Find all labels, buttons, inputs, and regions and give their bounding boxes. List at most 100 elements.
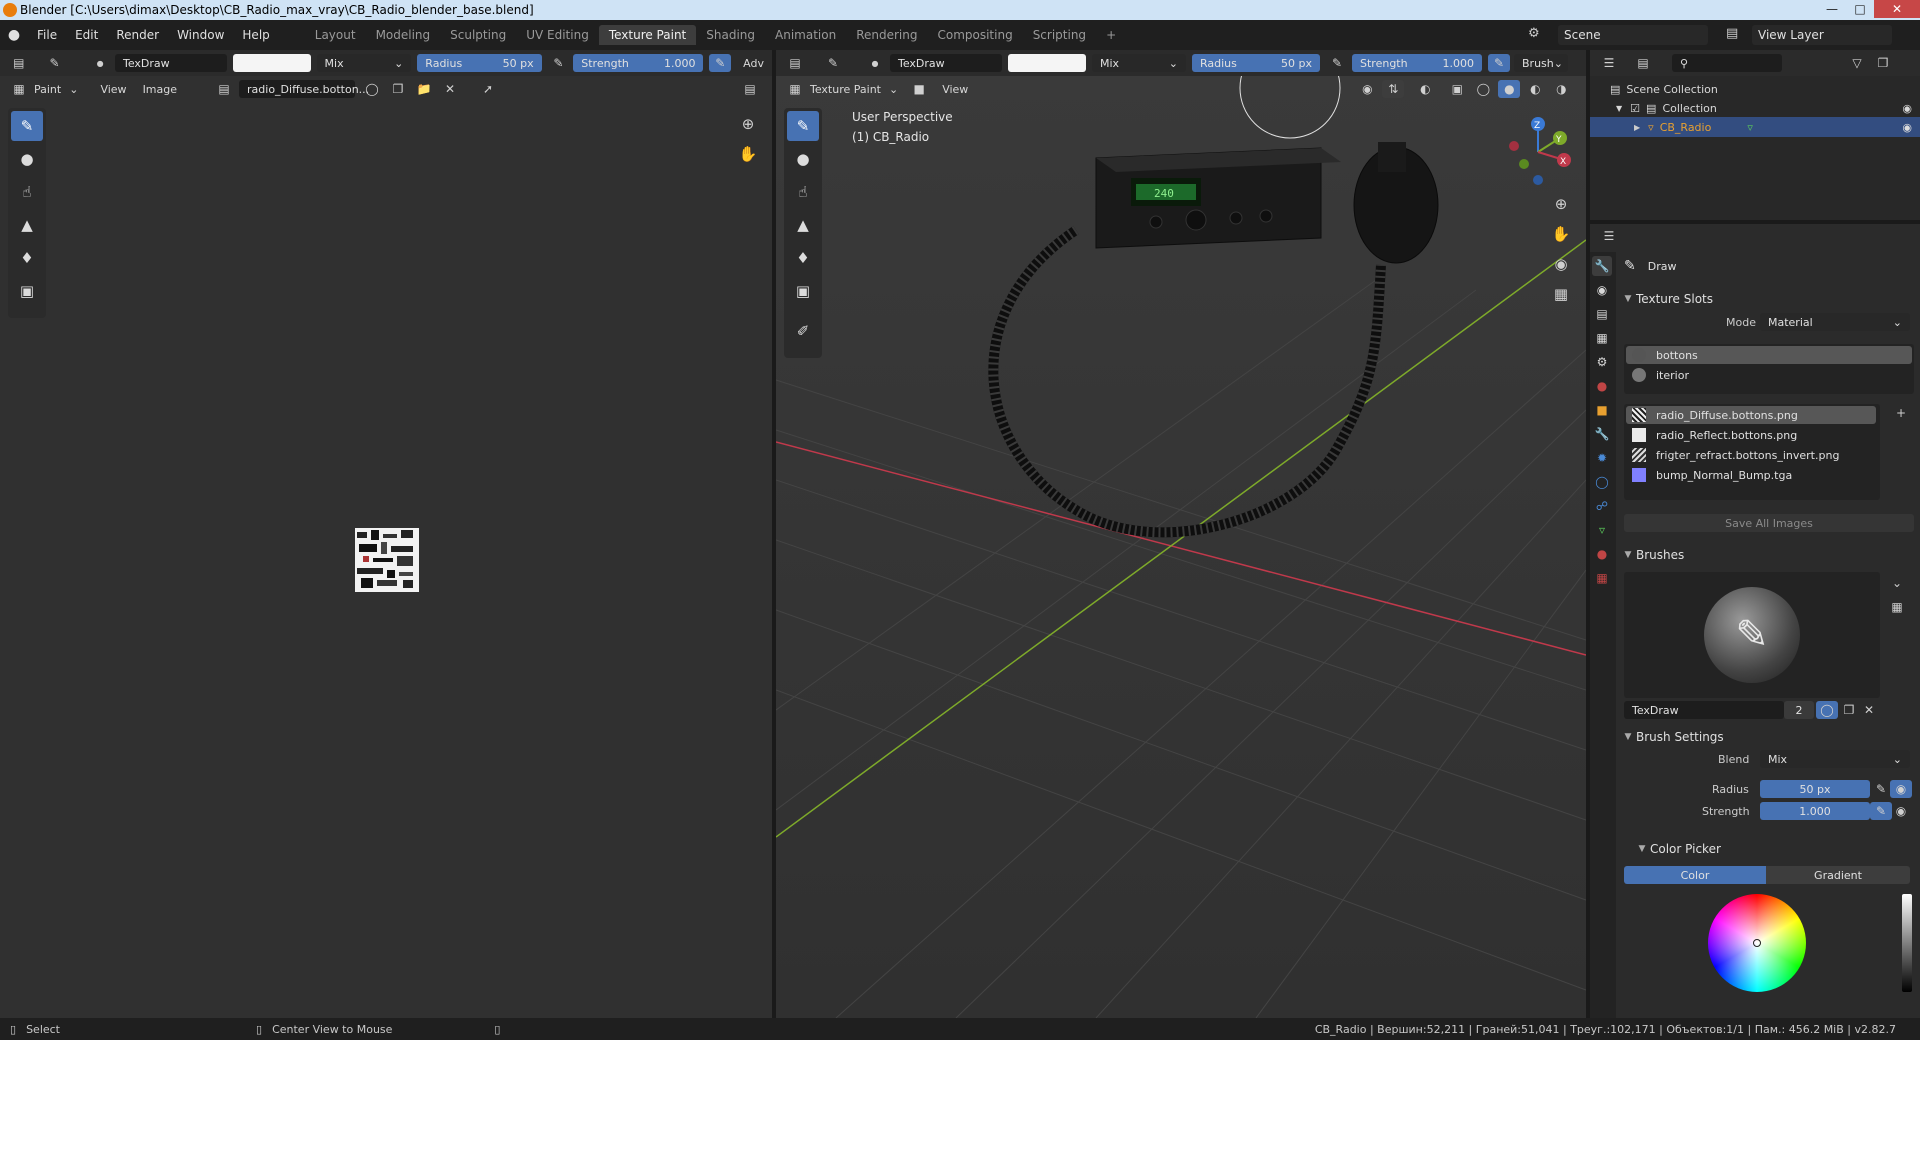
strength-slider[interactable]: Strength 1.000 xyxy=(573,54,704,72)
image-editor[interactable]: ▤ ✎ ● TexDraw Mix ⌄ Radius 50 px ✎ Strengt… xyxy=(0,50,772,1018)
brush-name-field[interactable]: TexDraw xyxy=(114,54,228,72)
navigation-gizmo[interactable]: Z Y X xyxy=(1498,112,1578,192)
outliner-row-collection[interactable]: ▼ ☑ ▤ Collection ◉ xyxy=(1616,99,1916,117)
output-tab-icon[interactable]: ▤ xyxy=(1592,304,1612,324)
color-picker-panel-header[interactable]: ▼ Color Picker xyxy=(1634,838,1920,860)
brush-icon[interactable]: ✎ xyxy=(822,54,844,72)
strength-slider[interactable]: Strength 1.000 xyxy=(1352,54,1482,72)
radius-slider[interactable]: Radius 50 px xyxy=(1192,54,1320,72)
brush-name-field[interactable]: TexDraw xyxy=(890,54,1002,72)
unlink-image-icon[interactable]: ✕ xyxy=(439,80,461,98)
menu-render[interactable]: Render xyxy=(107,28,168,42)
world-tab-icon[interactable]: ● xyxy=(1592,376,1612,396)
mode-dropdown[interactable]: Material ⌄ xyxy=(1760,313,1910,331)
editor-type-icon[interactable]: ▤ xyxy=(784,54,806,72)
outliner-row-scene-collection[interactable]: ▤ Scene Collection xyxy=(1610,80,1718,98)
draw-tool-icon[interactable]: ✎ xyxy=(787,111,819,141)
shading-wireframe-icon[interactable]: ◯ xyxy=(1472,80,1494,98)
strength-pressure-icon[interactable]: ✎ xyxy=(1488,54,1510,72)
menu-image[interactable]: Image xyxy=(135,83,185,96)
image-slot-reflect[interactable]: radio_Reflect.bottons.png xyxy=(1626,426,1876,444)
texture-tab-icon[interactable]: ▦ xyxy=(1592,568,1612,588)
radius-slider[interactable]: 50 px xyxy=(1760,780,1870,798)
mode-dropdown[interactable]: Paint xyxy=(34,83,69,96)
radius-pressure-icon[interactable]: ✎ xyxy=(1326,54,1348,72)
brushes-panel-header[interactable]: ▼ Brushes xyxy=(1620,544,1910,566)
radius-unit-icon[interactable]: ◉ xyxy=(1890,780,1912,798)
color-tab[interactable]: Color xyxy=(1624,866,1766,884)
material-tab-icon[interactable]: ● xyxy=(1592,544,1612,564)
face-mask-icon[interactable]: ■ xyxy=(908,80,930,98)
blender-menu-icon[interactable]: ● xyxy=(0,27,28,43)
brush-fake-user-icon[interactable]: ◯ xyxy=(1816,701,1838,719)
save-all-images-button[interactable]: Save All Images xyxy=(1624,514,1914,532)
soften-tool-icon[interactable]: ● xyxy=(787,144,819,174)
clone-tool-icon[interactable]: ▲ xyxy=(11,210,43,240)
menu-window[interactable]: Window xyxy=(168,28,233,42)
brush-dot-icon[interactable]: ● xyxy=(864,54,886,72)
gizmo-toggle-icon[interactable]: ⇅ xyxy=(1382,80,1405,98)
shading-solid-icon[interactable]: ● xyxy=(1498,80,1521,98)
radius-pressure-icon[interactable]: ✎ xyxy=(1870,780,1892,798)
smear-tool-icon[interactable]: ☝ xyxy=(787,177,819,207)
brush-dot-icon[interactable]: ● xyxy=(89,54,111,72)
gradient-tab[interactable]: Gradient xyxy=(1766,866,1910,884)
shading-rendered-icon[interactable]: ◑ xyxy=(1550,80,1572,98)
fill-tool-icon[interactable]: ♦ xyxy=(11,243,43,273)
clone-tool-icon[interactable]: ▲ xyxy=(787,210,819,240)
fill-tool-icon[interactable]: ♦ xyxy=(787,243,819,273)
checkbox-icon[interactable]: ☑ xyxy=(1630,102,1640,115)
brush-preview[interactable]: ✎ xyxy=(1624,572,1880,698)
tab-rendering[interactable]: Rendering xyxy=(846,25,927,45)
eye-icon[interactable]: ◉ xyxy=(1902,121,1912,134)
brush-browse-icon[interactable]: ⌄ xyxy=(1886,574,1908,592)
color-wheel-cursor[interactable] xyxy=(1753,939,1761,947)
new-image-icon[interactable]: ❐ xyxy=(387,80,409,98)
brush-unlink-icon[interactable]: ✕ xyxy=(1858,701,1880,719)
data-tab-icon[interactable]: ▿ xyxy=(1592,520,1612,540)
display-mode-icon[interactable]: ▤ xyxy=(1632,54,1654,72)
radius-slider[interactable]: Radius 50 px xyxy=(417,54,542,72)
tab-texture-paint[interactable]: Texture Paint xyxy=(598,25,697,45)
editor-type-icon[interactable]: ☰ xyxy=(1598,54,1620,72)
brush-menu[interactable]: Brush ⌄ xyxy=(1514,54,1568,72)
menu-view[interactable]: View xyxy=(934,83,976,96)
material-slot-iterior[interactable]: iterior xyxy=(1626,366,1912,384)
zoom-icon[interactable]: ⊕ xyxy=(1549,192,1573,216)
scene-selector[interactable]: Scene xyxy=(1558,25,1708,45)
pin-icon[interactable]: ➚ xyxy=(477,80,499,98)
texture-slots-panel-header[interactable]: ▼ Texture Slots xyxy=(1620,288,1910,310)
scene-tab-icon[interactable]: ⚙ xyxy=(1592,352,1612,372)
camera-view-icon[interactable]: ◉ xyxy=(1549,252,1573,276)
add-texture-slot-icon[interactable]: + xyxy=(1890,404,1912,422)
close-button[interactable]: ✕ xyxy=(1874,0,1920,18)
expand-arrow-icon[interactable]: ▼ xyxy=(1616,104,1622,113)
mask-tool-icon[interactable]: ▣ xyxy=(787,276,819,306)
minimize-button[interactable]: — xyxy=(1818,0,1846,18)
tab-animation[interactable]: Animation xyxy=(765,25,846,45)
scene-icon[interactable]: ⚙ xyxy=(1528,26,1540,41)
properties-editor[interactable]: ☰ 🔧 ◉ ▤ ▦ ⚙ ● ■ 🔧 ✹ ◯ ☍ ▿ ● ▦ ✎ Draw ▼ T… xyxy=(1590,224,1920,1018)
mode-dropdown[interactable]: Texture Paint xyxy=(810,83,889,96)
object-tab-icon[interactable]: ■ xyxy=(1592,400,1612,420)
constraints-tab-icon[interactable]: ☍ xyxy=(1592,496,1612,516)
filter-icon[interactable]: ▽ xyxy=(1846,54,1868,72)
overlays-icon[interactable]: ◐ xyxy=(1414,80,1436,98)
image-browse-icon[interactable]: ▤ xyxy=(213,80,235,98)
image-slot-bump[interactable]: bump_Normal_Bump.tga xyxy=(1626,466,1876,484)
tab-layout[interactable]: Layout xyxy=(305,25,366,45)
menu-file[interactable]: File xyxy=(28,28,66,42)
outliner[interactable]: ☰ ▤ ⚲ ▽ ❐ ▤ Scene Collection ▼ ☑ ▤ Colle… xyxy=(1590,50,1920,220)
render-tab-icon[interactable]: ◉ xyxy=(1592,280,1612,300)
image-name-field[interactable]: radio_Diffuse.botton... xyxy=(239,80,369,98)
value-slider[interactable] xyxy=(1902,894,1912,992)
annotate-tool-icon[interactable]: ✐ xyxy=(787,316,819,346)
brush-settings-panel-header[interactable]: ▼ Brush Settings xyxy=(1620,726,1910,748)
particles-tab-icon[interactable]: ✹ xyxy=(1592,448,1612,468)
advanced-menu[interactable]: Adv xyxy=(735,57,772,70)
physics-tab-icon[interactable]: ◯ xyxy=(1592,472,1612,492)
pan-hand-icon[interactable]: ✋ xyxy=(736,142,760,166)
expand-arrow-icon[interactable]: ▶ xyxy=(1634,123,1640,132)
add-workspace-icon[interactable]: + xyxy=(1096,25,1126,45)
color-wheel[interactable] xyxy=(1708,894,1806,992)
